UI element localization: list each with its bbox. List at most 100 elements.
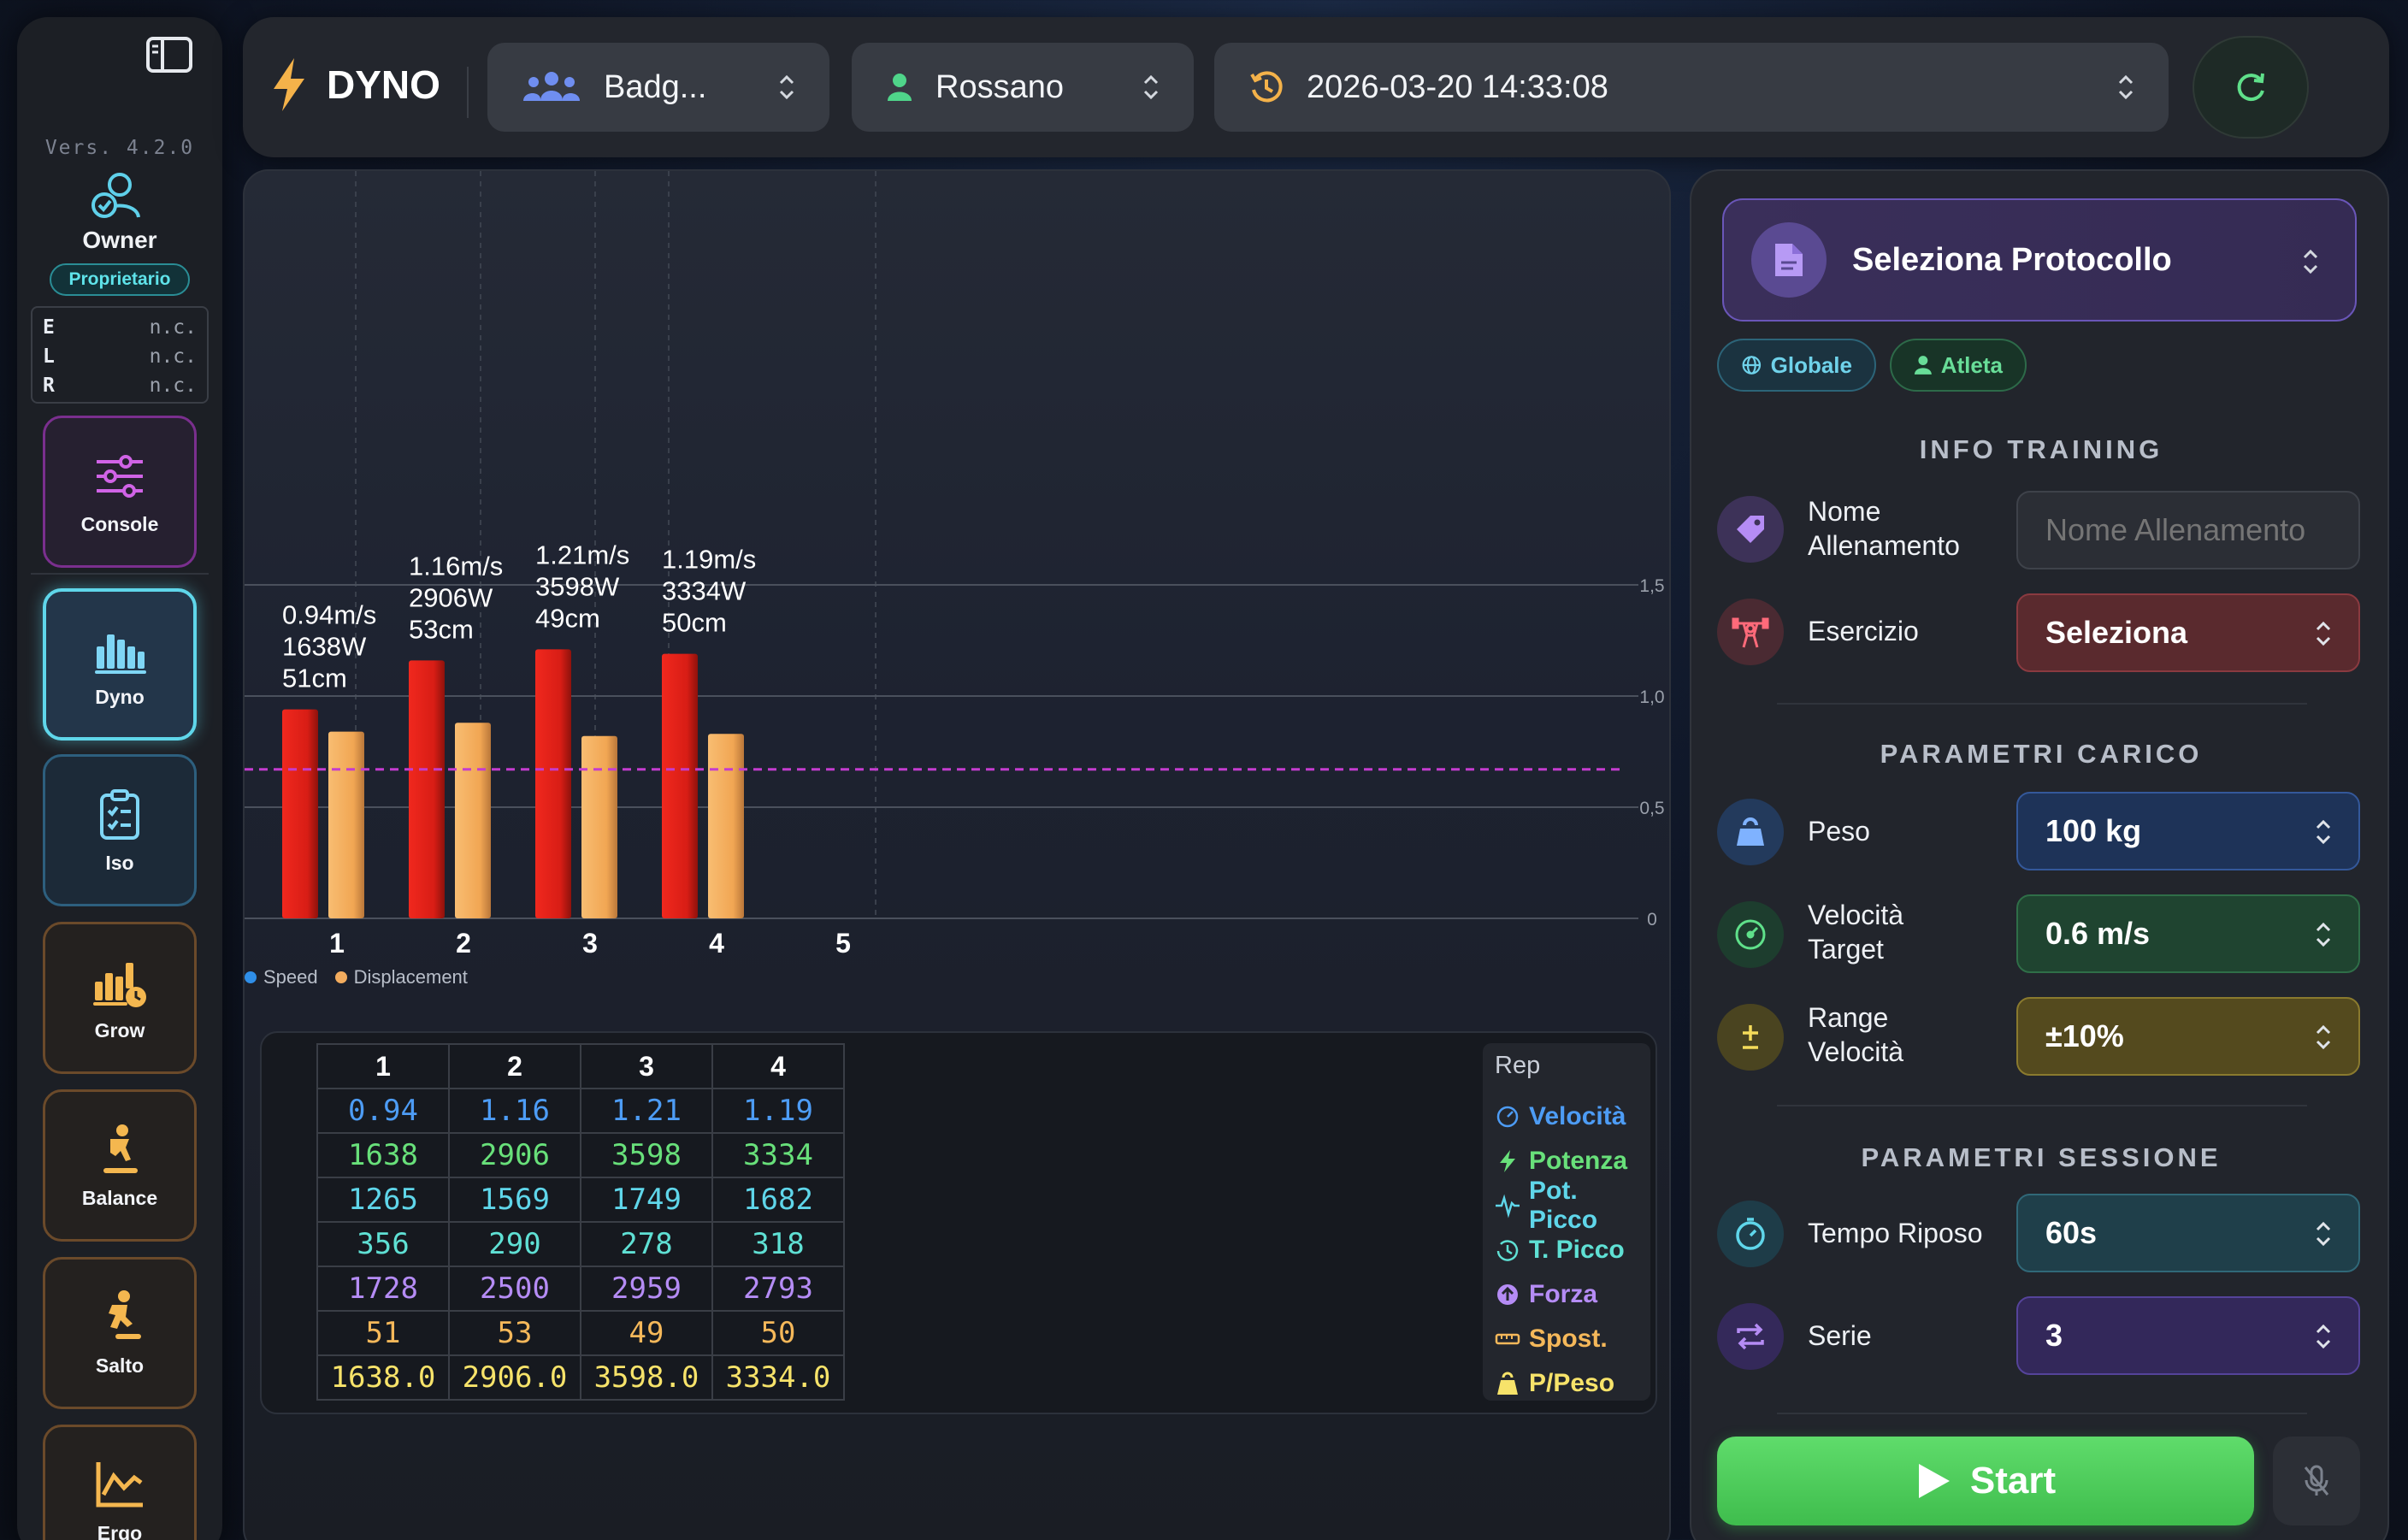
section-title-info: INFO TRAINING (1919, 434, 2163, 464)
elr-value: n.c. (149, 316, 197, 339)
elr-value: n.c. (149, 375, 197, 397)
table-cell: 50 (711, 1310, 845, 1356)
filter-global-chip[interactable]: Globale (1717, 339, 1876, 392)
play-icon (1918, 1464, 1950, 1498)
serie-label: Serie (1808, 1320, 1872, 1351)
protocol-select-label: Seleziona Protocollo (1852, 241, 2172, 278)
chevron-updown-icon (2316, 621, 2331, 646)
kettlebell-icon (1717, 799, 1784, 865)
table-cell: 278 (580, 1221, 713, 1267)
label-line: Velocità (1808, 1036, 1904, 1067)
x-tick-label: 2 (456, 928, 471, 959)
section-divider (1777, 703, 2307, 705)
refresh-button[interactable] (2193, 36, 2309, 139)
protocol-select[interactable]: Seleziona Protocollo (1722, 198, 2357, 322)
bar-data-label: 1638W (282, 632, 367, 662)
bar-speed (662, 653, 698, 918)
nome-allenamento-input[interactable] (2016, 491, 2360, 569)
lightning-icon (1500, 1150, 1515, 1172)
legend-dot (245, 971, 257, 983)
tempo-riposo-label: Tempo Riposo (1808, 1218, 1983, 1248)
user-badge-icon[interactable] (91, 171, 145, 222)
table-cell: 49 (580, 1310, 713, 1356)
chevron-updown-icon (2316, 819, 2331, 845)
sidebar-item-dyno[interactable]: Dyno (43, 588, 197, 740)
mic-toggle-button[interactable] (2273, 1437, 2360, 1525)
jump-icon (109, 1289, 141, 1339)
session-datetime-value: 2026-03-20 14:33:08 (1307, 68, 1608, 105)
x-tick-label: 5 (835, 928, 851, 959)
bar-displacement (581, 735, 617, 918)
chart-panel: 0 0,5 1,0 1,5 1 2 3 4 5 0.94m/s 1638W 51cm 1.16m/s 29… (243, 169, 1671, 1540)
x-tick-label: 1 (329, 928, 345, 959)
speedometer-icon (1496, 1106, 1519, 1128)
metric-legend-item: Pot. Picco (1495, 1177, 1638, 1234)
label-line: Allenamento (1808, 530, 1960, 561)
nome-allenamento-label: Nome Allenamento (1808, 494, 1960, 563)
table-cell: 290 (448, 1221, 581, 1267)
sidebar-item-grow[interactable]: Grow (43, 922, 197, 1074)
table-cell: 3334.0 (711, 1354, 845, 1401)
section-title-carico: PARAMETRI CARICO (1880, 739, 2203, 769)
elr-value: n.c. (149, 345, 197, 368)
sidebar-item-iso[interactable]: Iso (43, 754, 197, 906)
user-icon (886, 72, 913, 103)
bar-speed (282, 709, 318, 918)
legend-label: Displacement (353, 966, 468, 988)
esercizio-select[interactable]: Seleziona (2016, 593, 2360, 672)
group-select[interactable]: Badg... (487, 43, 829, 132)
y-tick-label: 0,5 (1639, 799, 1664, 818)
table-header-row: 1234 (316, 1043, 845, 1089)
reps-table-panel: 1234 0.94 1.16 1.21 1.19 1638 2906 3598 3334 126… (260, 1031, 1657, 1414)
athlete-select[interactable]: Rossano (852, 43, 1194, 132)
tempo-riposo-select[interactable]: 60s (2016, 1194, 2360, 1272)
table-cell: 2906.0 (448, 1354, 581, 1401)
sidebar-item-balance[interactable]: Balance (43, 1089, 197, 1242)
elr-row-r: Rn.c. (43, 371, 197, 400)
velocita-target-select[interactable]: 0.6 m/s (2016, 894, 2360, 973)
ruler-icon (1495, 1333, 1520, 1345)
metric-legend-label: P/Peso (1529, 1369, 1615, 1397)
start-button-label: Start (1969, 1460, 2057, 1502)
sidebar-toggle-icon[interactable] (145, 36, 193, 74)
bar-data-label: 1.16m/s (409, 551, 503, 581)
label-line: Range (1808, 1002, 1889, 1033)
range-velocita-select[interactable]: ±10% (2016, 997, 2360, 1076)
bar-data-label: 51cm (282, 664, 347, 693)
weightlifter-icon (1717, 599, 1784, 665)
serie-select[interactable]: 3 (2016, 1296, 2360, 1375)
session-datetime-select[interactable]: 2026-03-20 14:33:08 (1214, 43, 2169, 132)
chip-label: Globale (1770, 351, 1852, 378)
sidebar-item-console[interactable]: Console (43, 416, 197, 568)
elr-row-l: Ln.c. (43, 342, 197, 371)
table-cell: 1749 (580, 1177, 713, 1223)
table-cell: 2906 (448, 1132, 581, 1178)
table-cell: 356 (316, 1221, 450, 1267)
metric-legend-label: T. Picco (1529, 1236, 1625, 1264)
sidebar-item-label: Balance (81, 1186, 158, 1209)
sidebar-item-ergo[interactable]: Ergo (43, 1425, 197, 1540)
sidebar-item-salto[interactable]: Salto (43, 1257, 197, 1409)
chevron-updown-icon (2316, 1221, 2331, 1247)
bar-data-label: 1.19m/s (662, 545, 756, 575)
start-button[interactable]: Start (1717, 1437, 2254, 1525)
label-line: Target (1808, 934, 1884, 965)
chip-label: Atleta (1940, 351, 2003, 378)
balance-icon (103, 1124, 138, 1173)
label-line: Velocità (1808, 900, 1904, 930)
metric-legend-item: P/Peso (1495, 1361, 1638, 1406)
velocita-target-label: Velocità Target (1808, 898, 1903, 966)
y-tick-label: 0 (1647, 910, 1657, 929)
bar-chart-icon (95, 634, 146, 674)
user-role-badge: Proprietario (50, 263, 190, 296)
metric-legend-label: Potenza (1529, 1147, 1628, 1175)
history-icon (1248, 69, 1284, 105)
sidebar-item-label: Iso (105, 851, 134, 874)
bar-displacement (455, 723, 491, 918)
bar-data-label: 3334W (662, 576, 747, 606)
bar-speed (409, 660, 445, 918)
bar-data-label: 53cm (409, 614, 474, 644)
range-velocita-value: ±10% (2045, 1018, 2124, 1053)
filter-athlete-chip[interactable]: Atleta (1890, 339, 2027, 392)
peso-select[interactable]: 100 kg (2016, 792, 2360, 870)
